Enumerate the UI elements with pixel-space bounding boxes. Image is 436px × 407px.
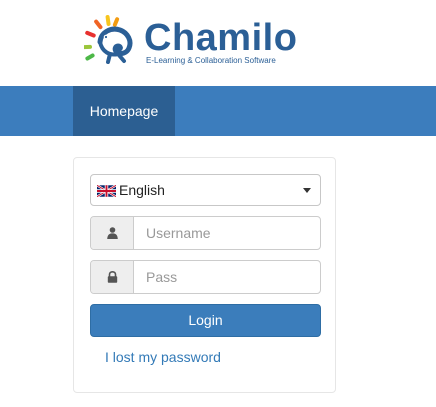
password-input[interactable] [134,261,320,293]
password-input-group [90,260,321,294]
username-addon [91,217,134,249]
username-input-group [90,216,321,250]
lost-password-link[interactable]: I lost my password [105,348,221,366]
login-panel: English Login I lost my password [73,157,336,393]
chameleon-logo-icon [84,15,133,64]
chamilo-logo[interactable]: Chamilo E-Learning & Collaboration Softw… [84,14,314,68]
username-input[interactable] [134,217,320,249]
caret-down-icon [303,188,311,193]
header: Chamilo E-Learning & Collaboration Softw… [0,0,436,86]
logo-wordmark: Chamilo [144,17,298,59]
user-icon [107,227,118,239]
language-select[interactable]: English [90,174,321,206]
top-navbar: Homepage [0,86,436,136]
logo-tagline: E-Learning & Collaboration Software [146,56,276,65]
password-addon [91,261,134,293]
nav-item-homepage[interactable]: Homepage [73,86,175,136]
lock-icon [107,271,118,283]
uk-flag-icon [97,185,116,197]
login-button[interactable]: Login [90,304,321,337]
login-page: Chamilo E-Learning & Collaboration Softw… [0,0,436,407]
language-select-value: English [119,182,165,198]
